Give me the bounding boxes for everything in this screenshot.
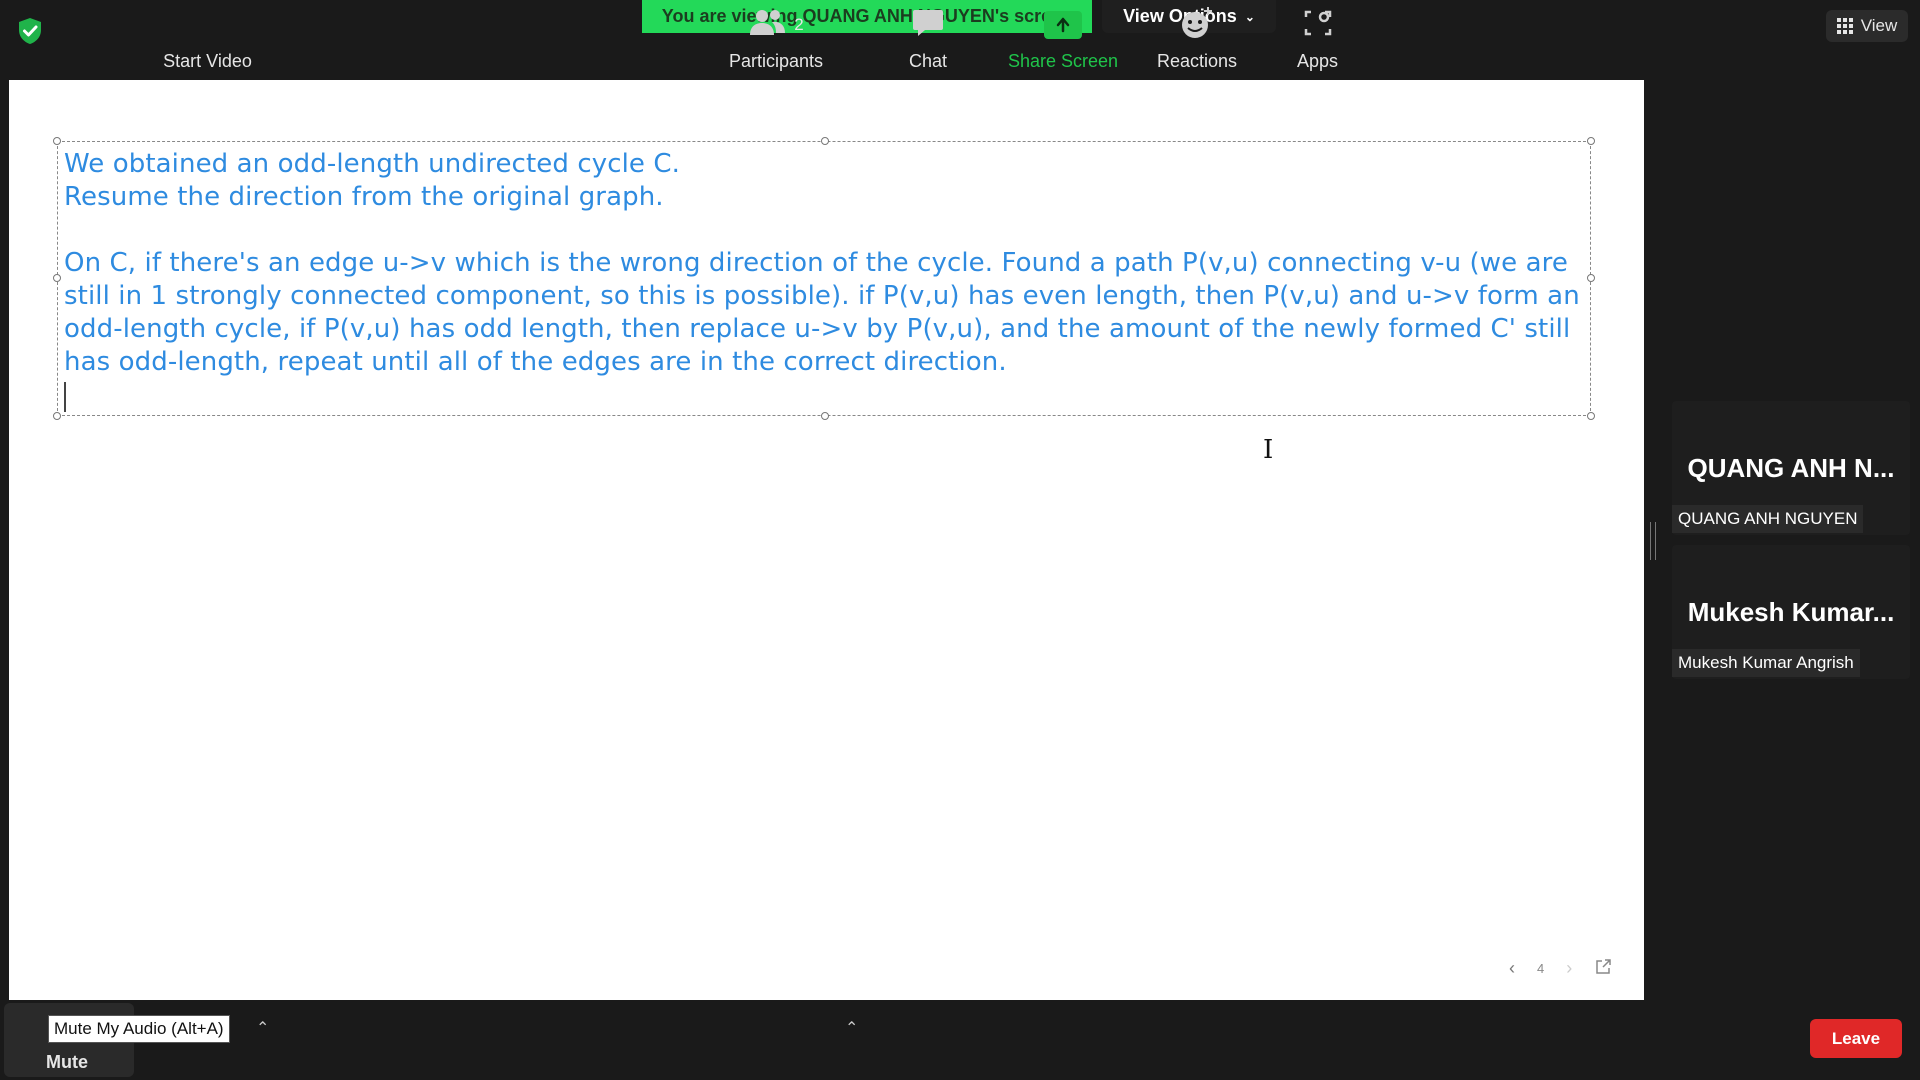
next-page-icon[interactable]: ›: [1566, 958, 1572, 979]
security-shield-icon[interactable]: [14, 15, 46, 47]
reactions-button[interactable]: Reactions: [1147, 0, 1247, 80]
prev-page-icon[interactable]: ‹: [1509, 958, 1515, 979]
audio-options-caret-icon[interactable]: ⌃: [256, 1018, 269, 1038]
chat-button[interactable]: Chat: [893, 0, 963, 80]
resize-handle[interactable]: [1587, 412, 1595, 420]
mute-label: Mute: [46, 1052, 88, 1072]
ibeam-cursor-icon: I: [1263, 435, 1274, 465]
share-screen-button[interactable]: Share Screen: [998, 0, 1128, 80]
participants-icon: [748, 7, 788, 44]
slide-pager: ‹ 4 ›: [1509, 956, 1612, 980]
panel-resize-grip[interactable]: [1650, 522, 1656, 560]
slide-text[interactable]: We obtained an odd-length undirected cyc…: [64, 148, 1580, 379]
slide-line: Resume the direction from the original g…: [64, 182, 664, 212]
participants-button[interactable]: 2 Participants: [716, 0, 836, 80]
slide-text-box[interactable]: We obtained an odd-length undirected cyc…: [53, 137, 1595, 463]
resize-handle[interactable]: [53, 137, 61, 145]
participants-count: 2: [794, 15, 804, 34]
participant-display-name: QUANG ANH N...: [1687, 453, 1895, 483]
chat-icon: [911, 7, 945, 44]
participant-name-tag: QUANG ANH NGUYEN: [1672, 505, 1864, 533]
share-screen-label: Share Screen: [1007, 51, 1119, 71]
chat-label: Chat: [908, 51, 948, 71]
share-out-icon[interactable]: [1594, 958, 1612, 979]
view-layout-label: View: [1860, 16, 1898, 35]
resize-handle[interactable]: [821, 137, 829, 145]
resize-handle[interactable]: [1587, 274, 1595, 282]
resize-handle[interactable]: [821, 412, 829, 420]
participants-label: Participants: [728, 51, 824, 71]
reactions-icon: [1179, 6, 1215, 45]
participant-name-tag: Mukesh Kumar Angrish: [1672, 649, 1860, 677]
share-screen-icon: [1044, 11, 1082, 39]
reactions-label: Reactions: [1156, 51, 1238, 71]
text-caret: [64, 382, 66, 412]
start-video-button[interactable]: Start Video: [150, 0, 265, 80]
start-video-label: Start Video: [163, 51, 252, 71]
apps-button[interactable]: Apps: [1280, 0, 1355, 80]
resize-handle[interactable]: [1587, 137, 1595, 145]
page-number: 4: [1537, 960, 1545, 976]
resize-handle[interactable]: [53, 412, 61, 420]
participant-display-name: Mukesh Kumar...: [1687, 597, 1895, 627]
mute-tooltip: Mute My Audio (Alt+A): [48, 1015, 230, 1043]
participant-tile[interactable]: Mukesh Kumar... Mukesh Kumar Angrish: [1672, 545, 1910, 679]
participants-options-caret-icon[interactable]: ⌃: [845, 1018, 858, 1038]
apps-icon: [1302, 7, 1334, 44]
participant-tile[interactable]: QUANG ANH N... QUANG ANH NGUYEN: [1672, 401, 1910, 535]
shared-screen[interactable]: We obtained an odd-length undirected cyc…: [9, 80, 1644, 1000]
resize-handle[interactable]: [53, 274, 61, 282]
meeting-toolbar: [0, 1000, 1920, 1080]
grid-icon: [1836, 18, 1853, 34]
slide-line: We obtained an odd-length undirected cyc…: [64, 149, 680, 179]
apps-label: Apps: [1296, 51, 1339, 71]
leave-button[interactable]: Leave: [1810, 1019, 1902, 1058]
view-layout-button[interactable]: View: [1826, 10, 1908, 42]
slide-paragraph: On C, if there's an edge u->v which is t…: [64, 248, 1580, 377]
